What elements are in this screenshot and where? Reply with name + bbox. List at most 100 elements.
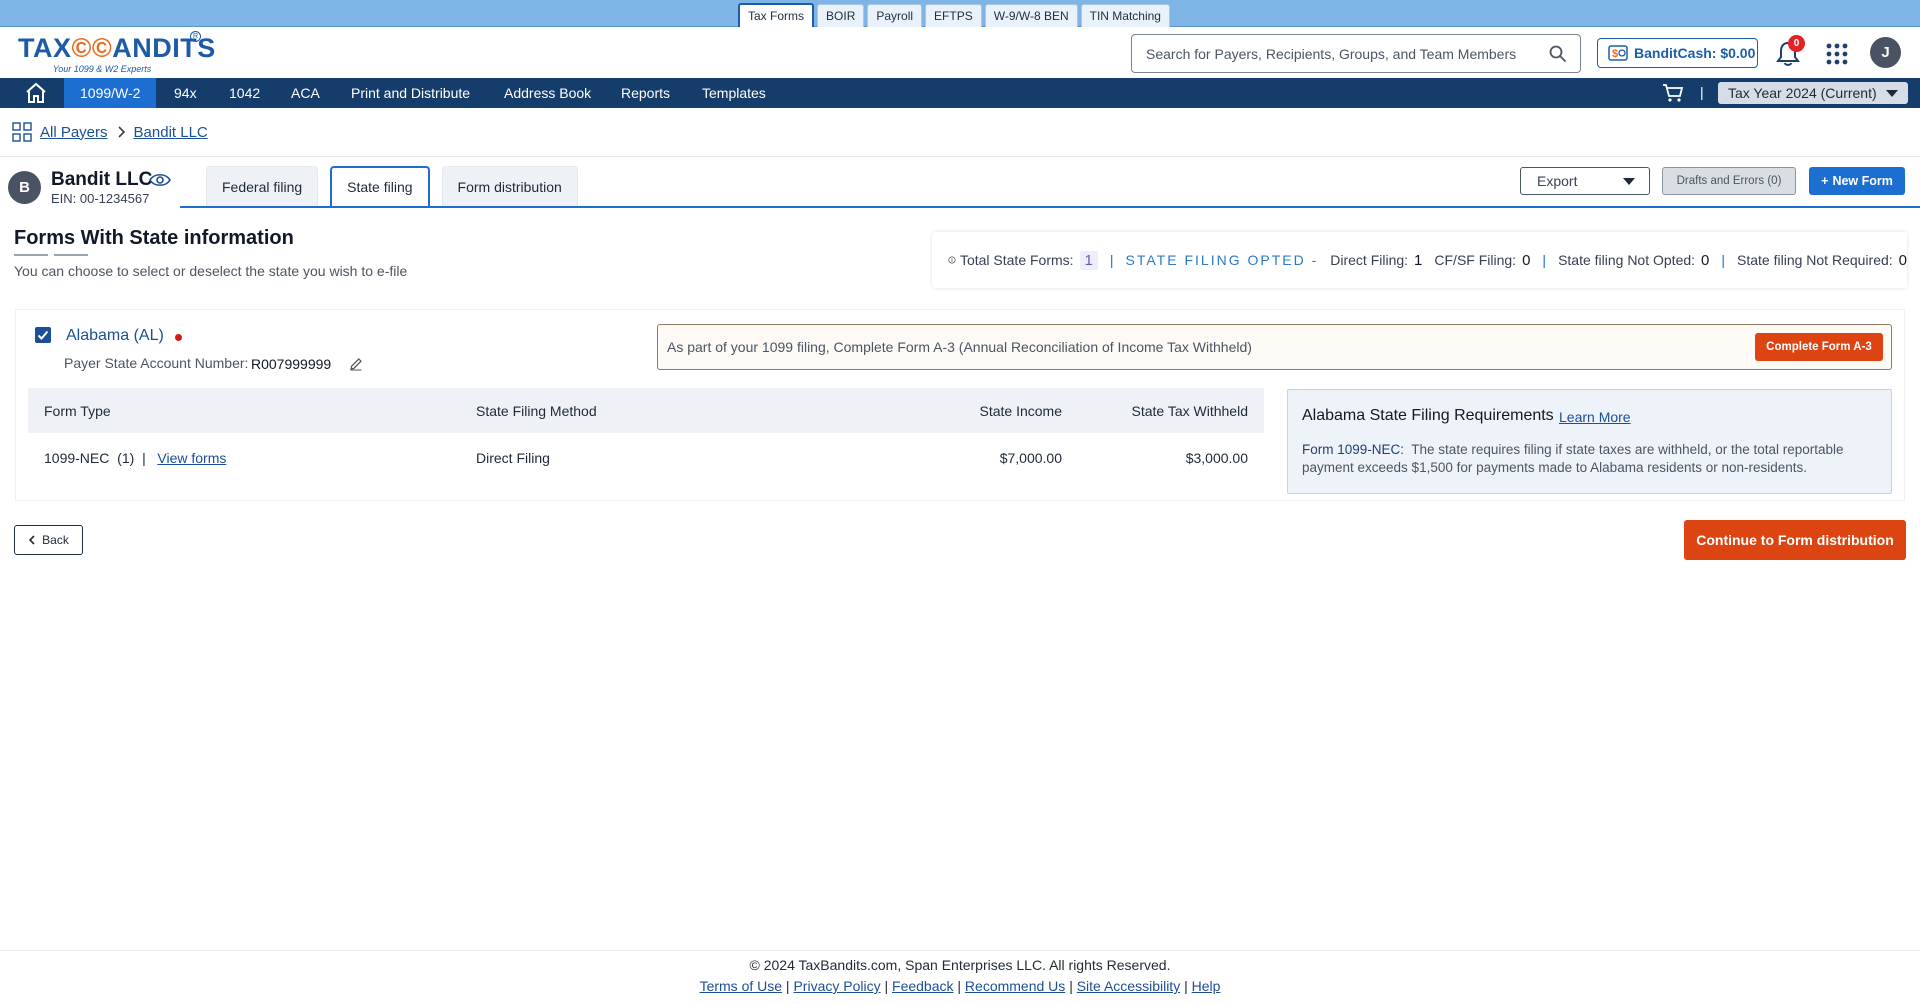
state-name: Alabama (AL) — [66, 327, 164, 344]
table-row: 1099-NEC (1) | View forms Direct Filing … — [28, 433, 1264, 483]
requirements-title: Alabama State Filing Requirements — [1302, 407, 1554, 424]
product-tab-tax-forms[interactable]: Tax Forms — [738, 3, 815, 27]
nav-item-templates[interactable]: Templates — [686, 78, 782, 108]
footer-link-help[interactable]: Help — [1192, 978, 1221, 994]
learn-more-link[interactable]: Learn More — [1559, 409, 1631, 425]
summary-separator: | — [1721, 252, 1726, 268]
direct-filing-label: Direct Filing: — [1330, 252, 1409, 268]
logo-text-left: TAX — [18, 33, 72, 63]
product-tab-strip: Tax Forms BOIR Payroll EFTPS W-9/W-8 BEN… — [0, 0, 1920, 27]
product-tab-payroll[interactable]: Payroll — [867, 4, 923, 27]
form-count: (1) — [117, 450, 135, 466]
state-forms-summary: Total State Forms: 1 | STATE FILING OPTE… — [932, 232, 1907, 288]
footer-links: Terms of Use | Privacy Policy | Feedback… — [0, 978, 1920, 994]
direct-filing-value: 1 — [1414, 251, 1423, 269]
home-icon[interactable] — [24, 82, 48, 104]
nav-item-print-distribute[interactable]: Print and Distribute — [335, 78, 486, 108]
filing-method-cell: Direct Filing — [476, 450, 550, 466]
product-tabs: Tax Forms BOIR Payroll EFTPS W-9/W-8 BEN… — [738, 3, 1170, 27]
continue-form-distribution-button[interactable]: Continue to Form distribution — [1684, 520, 1906, 560]
state-forms-table: Form Type State Filing Method State Inco… — [28, 388, 1264, 483]
state-filing-opted-label: STATE FILING OPTED - — [1125, 252, 1319, 268]
total-forms-value: 1 — [1079, 250, 1098, 270]
state-requirements-panel: Alabama State Filing Requirements Learn … — [1287, 389, 1892, 494]
cfsf-filing-label: CF/SF Filing: — [1434, 252, 1517, 268]
not-required-value: 0 — [1898, 251, 1907, 269]
tab-form-distribution[interactable]: Form distribution — [441, 166, 578, 206]
header-tax-withheld: State Tax Withheld — [1131, 402, 1248, 419]
tab-state-filing[interactable]: State filing — [330, 166, 430, 208]
form-a3-notice: As part of your 1099 filing, Complete Fo… — [657, 324, 1892, 370]
nav-item-reports[interactable]: Reports — [605, 78, 686, 108]
footer-link-feedback[interactable]: Feedback — [892, 978, 953, 994]
title-underline — [54, 254, 88, 256]
state-checkbox[interactable] — [35, 327, 51, 343]
footer-link-terms[interactable]: Terms of Use — [700, 978, 782, 994]
eye-icon[interactable] — [149, 172, 171, 188]
cfsf-filing-value: 0 — [1522, 251, 1531, 269]
edit-pencil-icon[interactable] — [349, 357, 363, 371]
nav-item-1042[interactable]: 1042 — [213, 78, 276, 108]
view-forms-link[interactable]: View forms — [157, 450, 226, 466]
footer-link-accessibility[interactable]: Site Accessibility — [1077, 978, 1180, 994]
main-nav: 1099/W-2 94x 1042 ACA Print and Distribu… — [0, 78, 1920, 108]
svg-text:$: $ — [1612, 48, 1618, 60]
nav-item-aca[interactable]: ACA — [275, 78, 336, 108]
footer-link-privacy[interactable]: Privacy Policy — [793, 978, 880, 994]
footer-copyright: © 2024 TaxBandits.com, Span Enterprises … — [749, 957, 1171, 973]
footer-separator: | — [884, 978, 889, 994]
new-form-button[interactable]: + New Form — [1809, 167, 1905, 195]
nav-item-1099-w2[interactable]: 1099/W-2 — [64, 78, 157, 108]
export-label: Export — [1537, 173, 1578, 189]
new-form-label: New Form — [1832, 174, 1893, 188]
plus-icon: + — [1821, 174, 1829, 188]
header-state-income: State Income — [979, 402, 1063, 419]
nav-separator: | — [1700, 84, 1704, 100]
user-avatar[interactable]: J — [1870, 37, 1901, 68]
tax-year-select[interactable]: Tax Year 2024 (Current) — [1718, 82, 1908, 104]
info-icon — [948, 256, 956, 264]
footer-divider — [0, 950, 1920, 951]
search-input[interactable] — [1146, 35, 1546, 72]
state-income-cell: $7,000.00 — [999, 450, 1062, 466]
logo-tagline: Your 1099 & W2 Experts — [52, 64, 152, 74]
breadcrumb-all-payers[interactable]: All Payers — [40, 124, 108, 141]
page-title: Forms With State information — [14, 227, 294, 249]
back-label: Back — [42, 533, 69, 547]
product-tab-boir[interactable]: BOIR — [817, 4, 865, 27]
search-icon[interactable] — [1548, 44, 1568, 64]
tax-year-label: Tax Year 2024 (Current) — [1728, 85, 1877, 101]
export-dropdown[interactable]: Export — [1520, 167, 1650, 195]
not-required-label: State filing Not Required: — [1737, 252, 1893, 268]
chevron-down-icon — [1623, 178, 1635, 185]
apps-grid-icon[interactable] — [1826, 43, 1848, 65]
taxbandits-logo[interactable]: TAX©©ANDITS R Your 1099 & W2 Experts — [18, 31, 215, 75]
requirements-form-label: Form 1099-NEC: — [1302, 442, 1405, 457]
product-tab-tin-matching[interactable]: TIN Matching — [1080, 4, 1170, 27]
breadcrumb-bandit-llc[interactable]: Bandit LLC — [134, 124, 208, 141]
footer-separator: | — [1184, 978, 1188, 994]
banditcash-label: BanditCash: $0.00 — [1634, 45, 1756, 61]
drafts-errors-button[interactable]: Drafts and Errors (0) — [1662, 167, 1796, 195]
tab-underline — [180, 206, 1920, 208]
logo-owl-eyes: ©© — [71, 33, 113, 63]
required-dot-icon — [175, 334, 182, 341]
footer-link-recommend[interactable]: Recommend Us — [965, 978, 1065, 994]
registered-mark: R — [190, 31, 201, 42]
form-type-cell: 1099-NEC (1) | View forms — [44, 450, 226, 466]
form-type-value: 1099-NEC — [44, 450, 110, 466]
cart-icon[interactable] — [1662, 83, 1684, 103]
total-forms-label: Total State Forms: — [959, 252, 1074, 268]
breadcrumb: All Payers Bandit LLC — [12, 121, 208, 143]
tab-federal-filing[interactable]: Federal filing — [206, 166, 319, 206]
logo-wordmark: TAX©©ANDITS — [18, 33, 216, 64]
requirements-text: Form 1099-NEC: The state requires filing… — [1302, 441, 1882, 477]
banditcash-button[interactable]: $ BanditCash: $0.00 — [1597, 38, 1758, 68]
chevron-down-icon — [1886, 90, 1898, 97]
product-tab-eftps[interactable]: EFTPS — [925, 4, 982, 27]
back-button[interactable]: Back — [14, 525, 83, 555]
nav-item-address-book[interactable]: Address Book — [488, 78, 607, 108]
product-tab-w9-w8ben[interactable]: W-9/W-8 BEN — [984, 4, 1078, 27]
complete-form-a3-button[interactable]: Complete Form A-3 — [1755, 333, 1883, 361]
nav-item-94x[interactable]: 94x — [158, 78, 213, 108]
